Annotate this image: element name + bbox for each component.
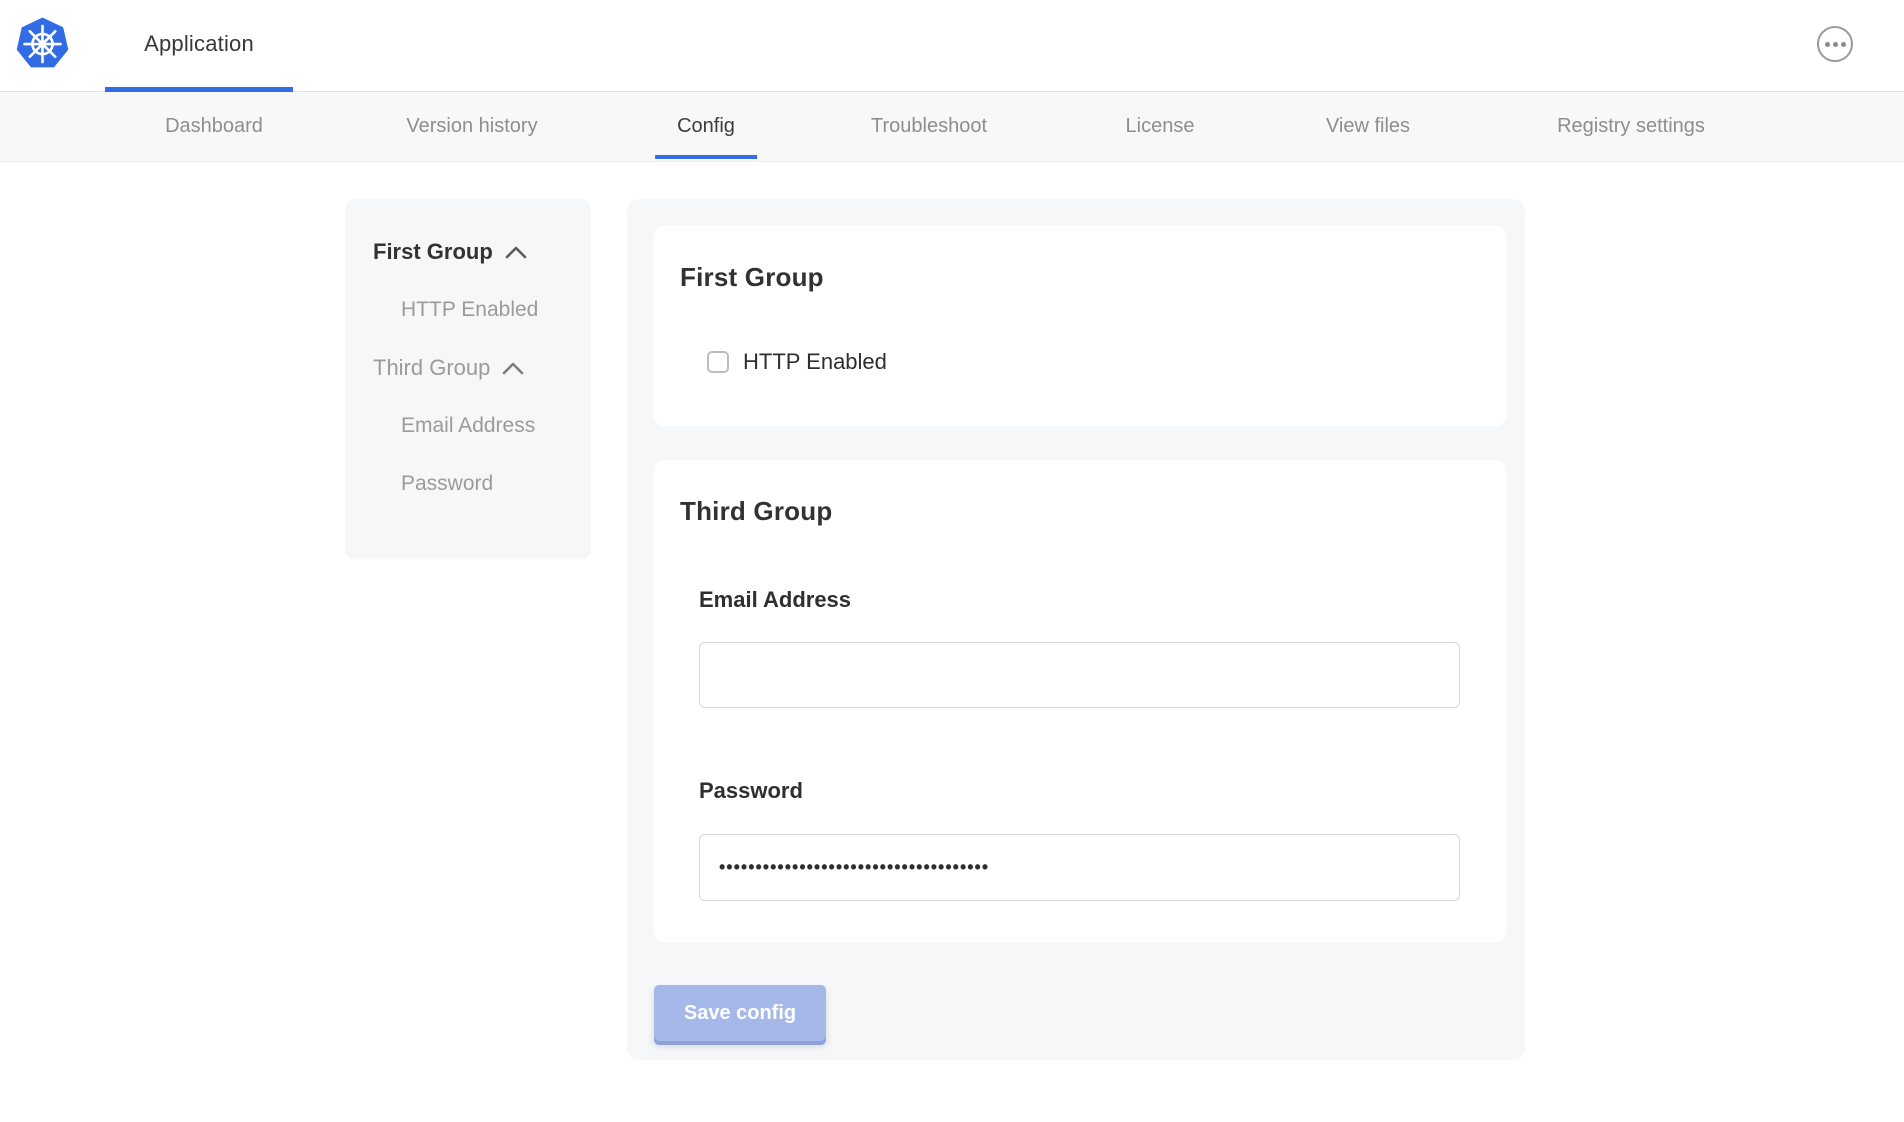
tab-dashboard[interactable]: Dashboard	[143, 92, 285, 161]
overflow-menu-button[interactable]	[1817, 26, 1853, 62]
tab-view-files[interactable]: View files	[1304, 92, 1432, 161]
sidebar-item-third-group[interactable]: Third Group	[373, 355, 591, 381]
chevron-up-icon	[502, 362, 524, 375]
sidebar-item-first-group[interactable]: First Group	[373, 239, 591, 265]
sidebar-item-password[interactable]: Password	[401, 471, 591, 497]
tab-troubleshoot[interactable]: Troubleshoot	[849, 92, 1009, 161]
config-group-third: Third Group Email Address Password	[654, 460, 1506, 942]
http-enabled-label: HTTP Enabled	[743, 349, 887, 375]
tab-license[interactable]: License	[1104, 92, 1217, 161]
tab-registry-settings[interactable]: Registry settings	[1535, 92, 1727, 161]
email-address-label: Email Address	[699, 587, 1506, 613]
config-page: Application Dashboard Version history Co…	[0, 0, 1904, 1122]
kubernetes-logo-icon	[16, 17, 69, 70]
group-title-third: Third Group	[680, 496, 1506, 527]
chevron-up-icon	[505, 246, 527, 259]
email-address-input[interactable]	[699, 642, 1460, 708]
app-nav: Dashboard Version history Config Trouble…	[0, 92, 1904, 162]
group-title-first: First Group	[680, 262, 1506, 293]
tab-config[interactable]: Config	[655, 92, 757, 161]
sidebar-item-email-address[interactable]: Email Address	[401, 413, 591, 439]
config-panel: First Group HTTP Enabled Third Group Ema…	[627, 199, 1525, 1060]
tab-version-history[interactable]: Version history	[384, 92, 559, 161]
app-tab-label: Application	[144, 31, 254, 57]
ellipsis-icon	[1825, 42, 1830, 47]
http-enabled-checkbox[interactable]	[707, 351, 729, 373]
sidebar-item-http-enabled[interactable]: HTTP Enabled	[401, 297, 591, 323]
http-enabled-row[interactable]: HTTP Enabled	[707, 349, 887, 375]
config-nav-sidebar: First Group HTTP Enabled Third Group Ema…	[345, 199, 591, 559]
app-header: Application	[0, 0, 1904, 92]
save-config-button[interactable]: Save config	[654, 985, 826, 1041]
tab-application[interactable]: Application	[105, 0, 293, 92]
password-label: Password	[699, 778, 1506, 804]
config-group-first: First Group HTTP Enabled	[654, 226, 1506, 426]
password-input[interactable]	[699, 834, 1460, 901]
